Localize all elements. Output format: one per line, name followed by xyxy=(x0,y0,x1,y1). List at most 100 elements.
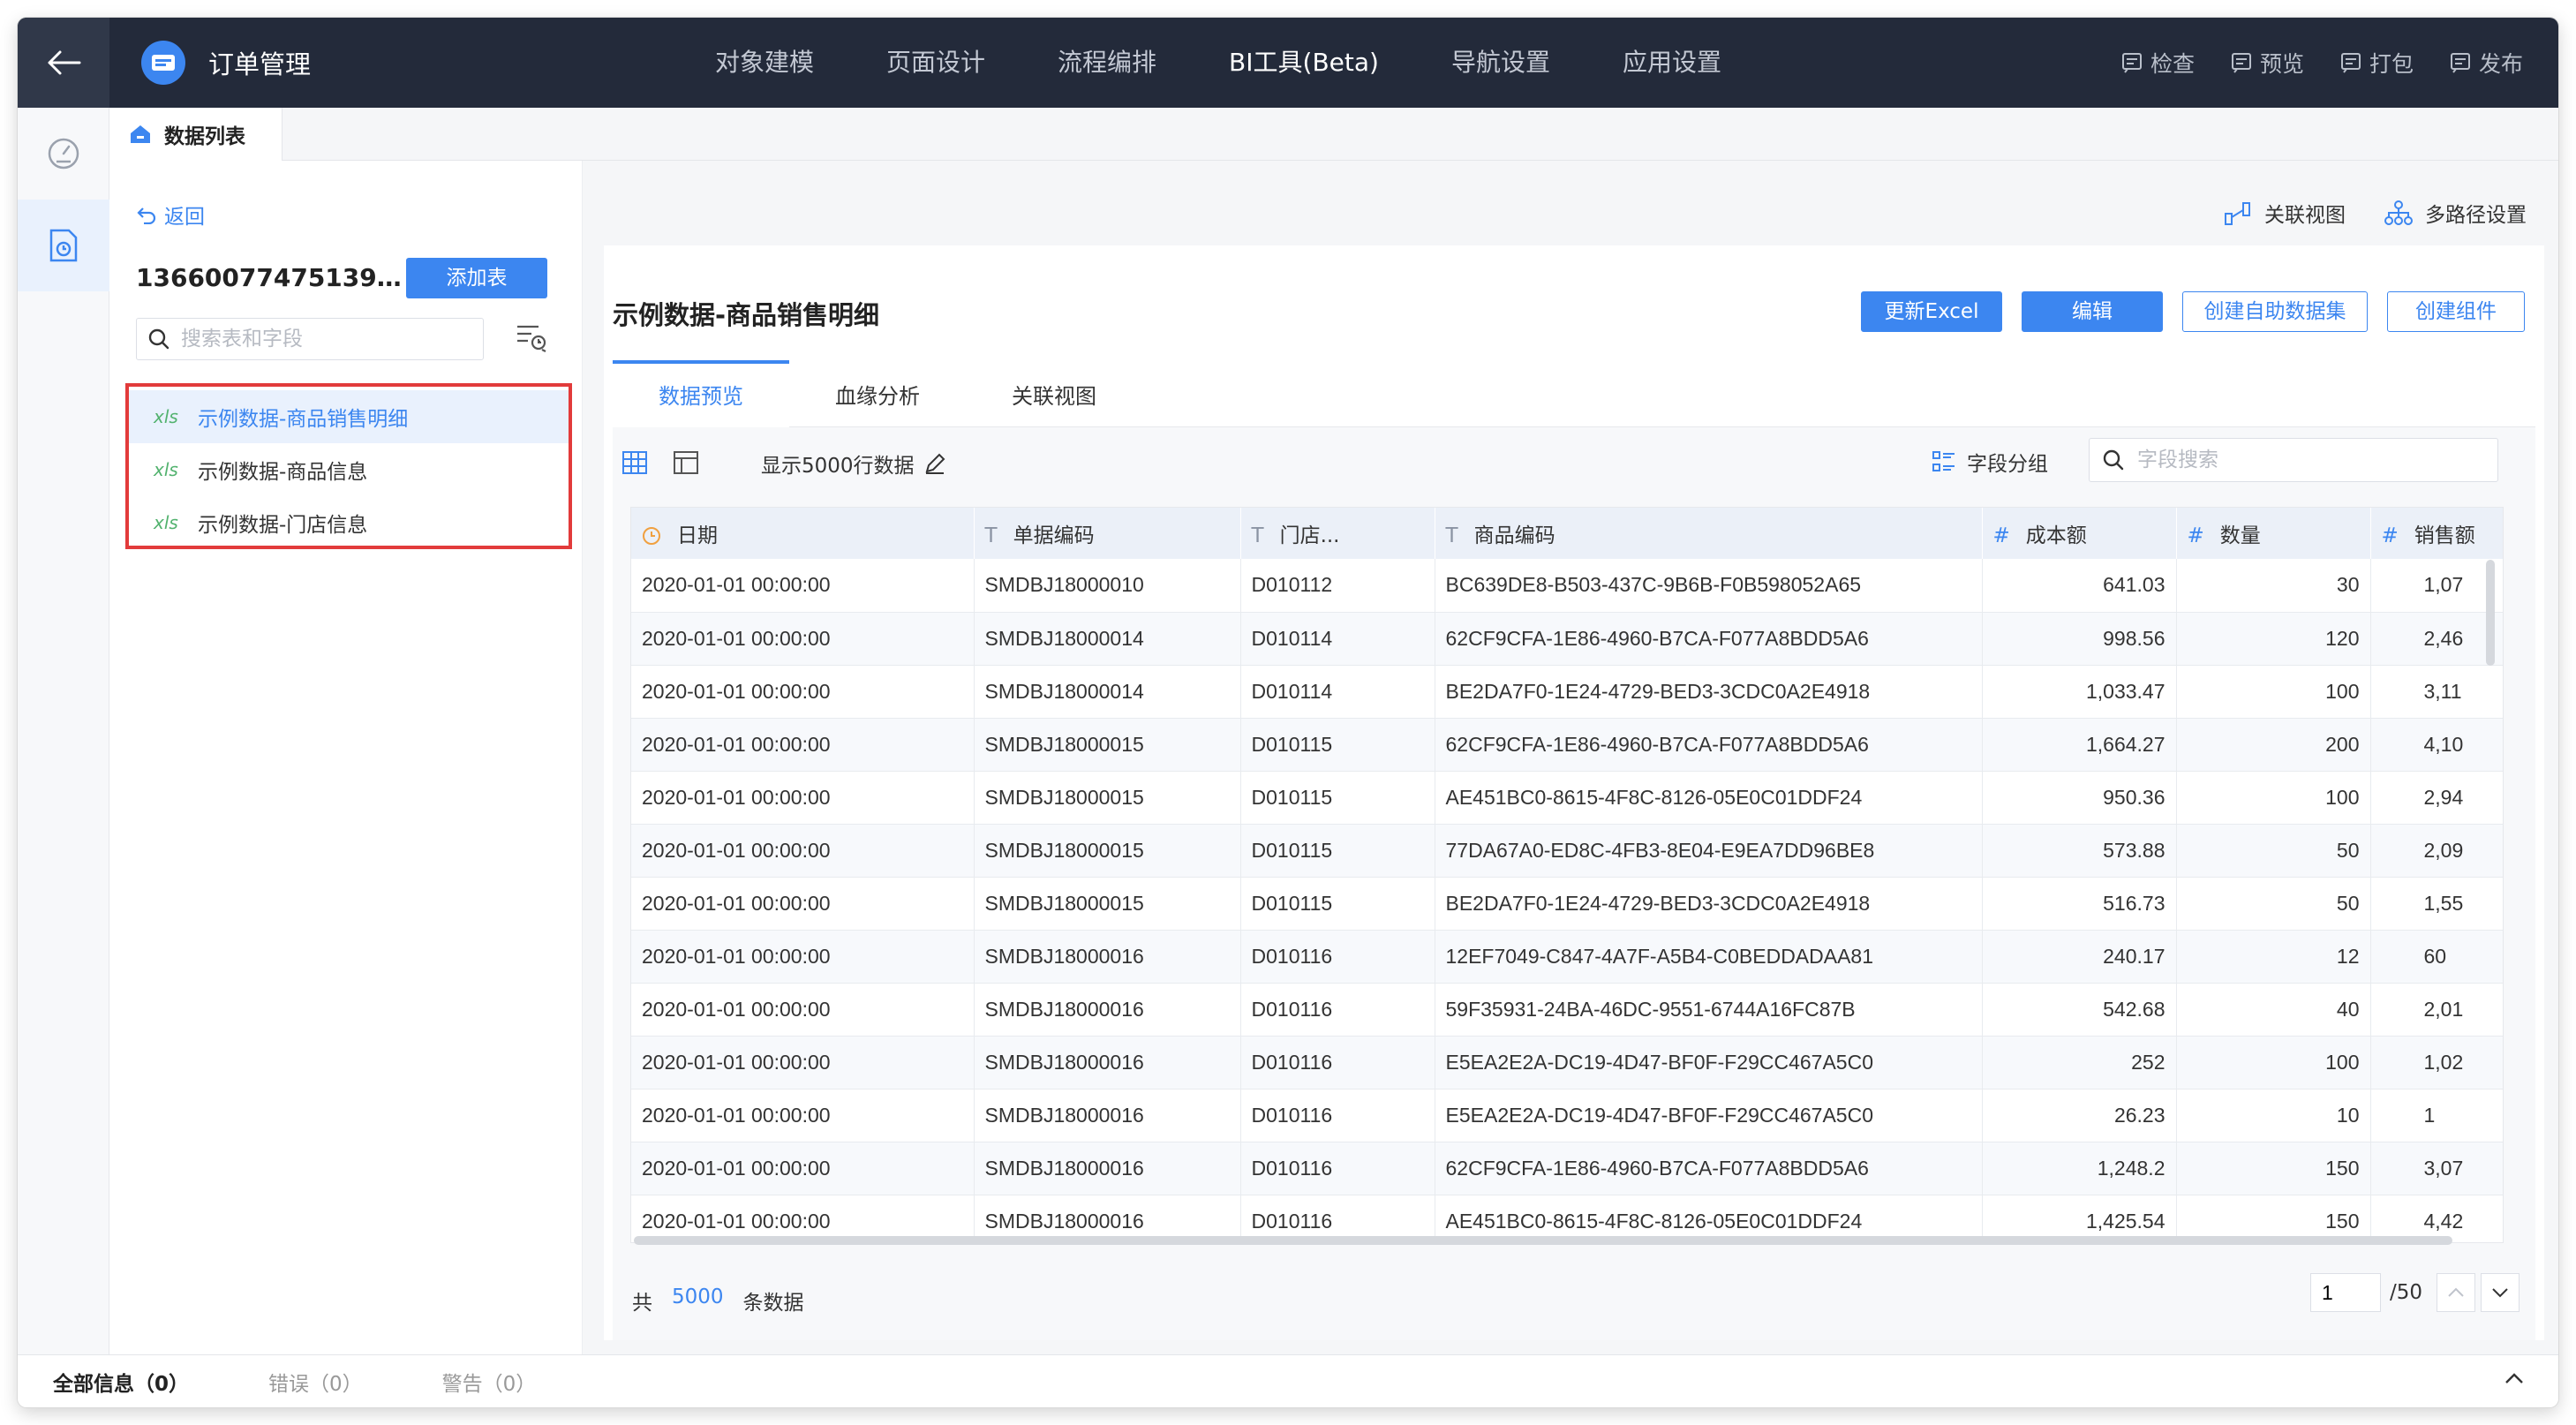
home-icon xyxy=(131,125,150,143)
table-cell: 1,02 xyxy=(2370,1036,2503,1089)
table-list-item[interactable]: xls 示例数据-商品信息 xyxy=(129,443,569,496)
table-cell: 998.56 xyxy=(1982,612,2177,666)
table-cell: SMDBJ18000016 xyxy=(974,983,1241,1037)
preview-action[interactable]: 预览 xyxy=(2230,47,2304,79)
nav-item-4[interactable]: 导航设置 xyxy=(1451,18,1550,108)
tab-strip: 数据列表 xyxy=(109,108,2558,161)
column-header[interactable]: 日期 xyxy=(631,508,975,559)
number-type-icon: # xyxy=(2381,524,2399,547)
table-row[interactable]: 2020-01-01 00:00:00 SMDBJ18000015 D010115 7… xyxy=(631,824,2503,878)
table-row[interactable]: 2020-01-01 00:00:00 SMDBJ18000015 D010115 6… xyxy=(631,718,2503,772)
table-row[interactable]: 2020-01-01 00:00:00 SMDBJ18000016 D010116 E… xyxy=(631,1036,2503,1089)
table-cell: SMDBJ18000016 xyxy=(974,930,1241,984)
xls-file-icon: xls xyxy=(154,512,178,533)
table-row[interactable]: 2020-01-01 00:00:00 SMDBJ18000016 D010116 E… xyxy=(631,1089,2503,1142)
nav-item-5[interactable]: 应用设置 xyxy=(1623,18,1721,108)
column-header[interactable]: T 单据编码 xyxy=(974,508,1241,559)
horizontal-scrollbar[interactable] xyxy=(634,1236,2452,1245)
table-cell: 2020-01-01 00:00:00 xyxy=(631,1036,975,1089)
table-cell: SMDBJ18000015 xyxy=(974,877,1241,931)
page-number-input[interactable] xyxy=(2309,1273,2381,1312)
field-group-button[interactable]: 字段分组 xyxy=(1932,447,2048,477)
number-type-icon: # xyxy=(1992,524,2010,547)
package-action[interactable]: 打包 xyxy=(2339,47,2414,79)
edit-button[interactable]: 编辑 xyxy=(2022,291,2163,332)
table-cell: BC639DE8-B503-437C-9B6B-F0B598052A65 xyxy=(1435,559,1983,613)
create-dataset-button[interactable]: 创建自助数据集 xyxy=(2182,291,2368,332)
count-suffix: 条数据 xyxy=(742,1292,804,1315)
publish-action-label: 发布 xyxy=(2478,51,2523,77)
update-excel-button[interactable]: 更新Excel xyxy=(1861,291,2002,332)
link-related-view[interactable]: 关联视图 xyxy=(2224,198,2346,228)
subtabs: 数据预览 血缘分析 关联视图 xyxy=(613,360,2535,427)
table-row[interactable]: 2020-01-01 00:00:00 SMDBJ18000015 D010115 A… xyxy=(631,771,2503,825)
table-list: xls 示例数据-商品销售明细 xls 示例数据-商品信息 xls 示例数据-门店信息 xyxy=(125,383,572,549)
field-search-input[interactable] xyxy=(2137,449,2473,471)
table-cell: 516.73 xyxy=(1982,877,2177,931)
table-cell: 62CF9CFA-1E86-4960-B7CA-F077A8BDD5A6 xyxy=(1435,612,1983,666)
pager: /50 xyxy=(2309,1273,2520,1312)
table-cell: 240.17 xyxy=(1982,930,2177,984)
table-row[interactable]: 2020-01-01 00:00:00 SMDBJ18000014 D010114 B… xyxy=(631,665,2503,719)
data-file-icon xyxy=(49,229,78,262)
nav-item-3[interactable]: BI工具(Beta) xyxy=(1229,18,1379,108)
add-table-button[interactable]: 添加表 xyxy=(406,258,547,298)
table-row[interactable]: 2020-01-01 00:00:00 SMDBJ18000016 D010116 1… xyxy=(631,930,2503,984)
status-warnings[interactable]: 警告（0） xyxy=(442,1367,537,1397)
table-cell: D010115 xyxy=(1240,824,1435,878)
collapse-panel-button[interactable] xyxy=(2504,1371,2525,1389)
app-logo-icon xyxy=(141,41,185,85)
header-buttons: 更新Excel 编辑 创建自助数据集 创建组件 xyxy=(1842,291,2525,332)
table-search-input[interactable] xyxy=(181,328,463,351)
next-page-button[interactable] xyxy=(2481,1273,2520,1312)
rows-display-setting[interactable]: 显示5000行数据 xyxy=(761,449,946,479)
table-cell: 2020-01-01 00:00:00 xyxy=(631,983,975,1037)
record-count: 共 5000 条数据 xyxy=(632,1286,804,1316)
status-errors[interactable]: 错误（0） xyxy=(268,1367,363,1397)
column-header[interactable]: # 数量 xyxy=(2176,508,2371,559)
table-row[interactable]: 2020-01-01 00:00:00 SMDBJ18000016 D010116 5… xyxy=(631,983,2503,1037)
prev-page-button[interactable] xyxy=(2437,1273,2475,1312)
column-header[interactable]: # 成本额 xyxy=(1982,508,2177,559)
publish-action[interactable]: 发布 xyxy=(2449,47,2523,79)
table-row[interactable]: 2020-01-01 00:00:00 SMDBJ18000016 D010116 6… xyxy=(631,1142,2503,1195)
tab-lineage[interactable]: 血缘分析 xyxy=(789,360,966,427)
table-list-item-label: 示例数据-门店信息 xyxy=(198,514,368,537)
table-body: 2020-01-01 00:00:00 SMDBJ18000010 D010112 B… xyxy=(631,559,2503,1242)
check-action[interactable]: 检查 xyxy=(2120,47,2195,79)
table-row[interactable]: 2020-01-01 00:00:00 SMDBJ18000015 D010115 B… xyxy=(631,877,2503,931)
nav-item-1[interactable]: 页面设计 xyxy=(886,18,985,108)
rail-item-dashboard[interactable] xyxy=(18,108,109,200)
create-component-button[interactable]: 创建组件 xyxy=(2387,291,2525,332)
table-list-item[interactable]: xls 示例数据-门店信息 xyxy=(129,496,569,549)
nav-item-2[interactable]: 流程编排 xyxy=(1058,18,1156,108)
column-header[interactable]: T 商品编码 xyxy=(1435,508,1983,559)
table-cell: SMDBJ18000014 xyxy=(974,665,1241,719)
table-cell: 641.03 xyxy=(1982,559,2177,613)
filter-settings-icon[interactable] xyxy=(516,323,549,357)
column-header-label: 日期 xyxy=(677,524,718,547)
tab-related-view[interactable]: 关联视图 xyxy=(966,360,1142,427)
database-name: 13660077475139830... xyxy=(136,263,410,292)
table-cell: 1,664.27 xyxy=(1982,718,2177,772)
table-row[interactable]: 2020-01-01 00:00:00 SMDBJ18000010 D010112 B… xyxy=(631,559,2503,613)
field-group-label: 字段分组 xyxy=(1967,453,2048,476)
back-arrow-button[interactable] xyxy=(18,18,109,108)
table-cell: 62CF9CFA-1E86-4960-B7CA-F077A8BDD5A6 xyxy=(1435,718,1983,772)
table-cell: D010115 xyxy=(1240,877,1435,931)
link-multipath-settings[interactable]: 多路径设置 xyxy=(2384,198,2527,228)
vertical-scrollbar[interactable] xyxy=(2486,560,2495,666)
column-header[interactable]: T 门店... xyxy=(1240,508,1435,559)
table-list-item[interactable]: xls 示例数据-商品销售明细 xyxy=(129,390,569,443)
status-all-info[interactable]: 全部信息（0） xyxy=(53,1367,189,1397)
tab-data-preview[interactable]: 数据预览 xyxy=(613,360,789,427)
grid-view-icon[interactable] xyxy=(621,450,648,479)
table-row[interactable]: 2020-01-01 00:00:00 SMDBJ18000014 D010114 6… xyxy=(631,612,2503,666)
back-link[interactable]: 返回 xyxy=(136,200,205,230)
layout-view-icon[interactable] xyxy=(673,450,699,479)
rail-item-data[interactable] xyxy=(18,200,109,291)
nav-item-0[interactable]: 对象建模 xyxy=(715,18,814,108)
rows-label-text: 显示5000行数据 xyxy=(761,455,915,478)
column-header[interactable]: # 销售额 xyxy=(2370,508,2503,559)
tab-data-list[interactable]: 数据列表 xyxy=(109,108,282,161)
